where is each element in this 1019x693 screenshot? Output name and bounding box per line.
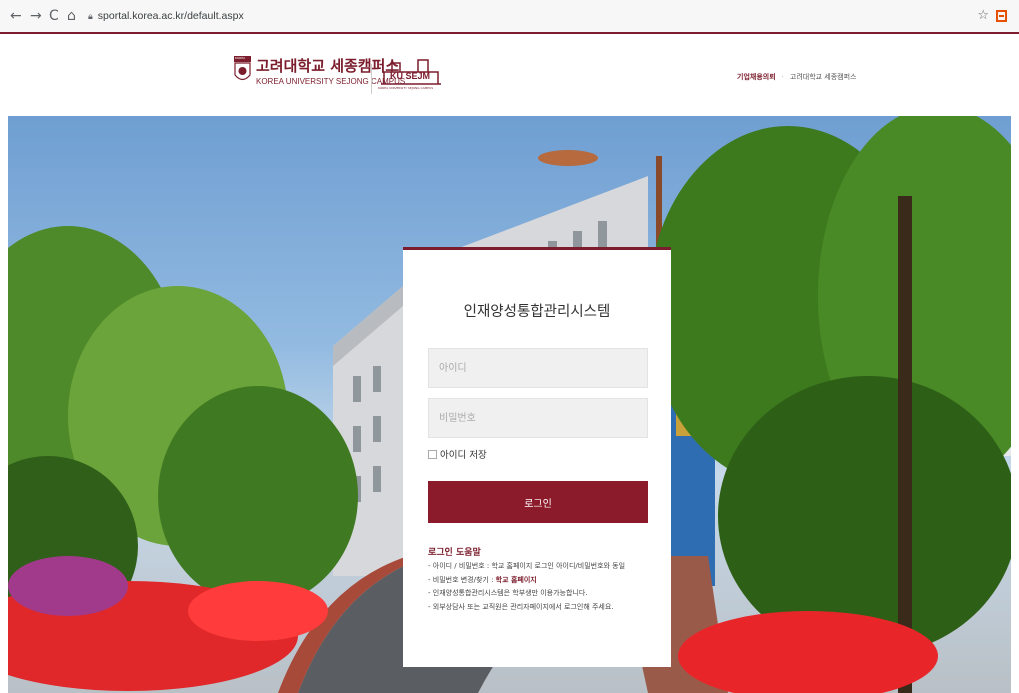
help-item-admin-login: - 외부상담사 또는 교직원은 관리자페이지에서 로그인해 주세요. [428, 602, 614, 611]
reload-icon[interactable]: C [49, 8, 59, 24]
login-help-list: - 아이디 / 비밀번호 : 학교 홈페이지 로그인 아이디/비밀번호와 동일 … [428, 561, 625, 615]
forward-icon[interactable]: → [30, 8, 42, 24]
help-item-password-change: - 비밀번호 변경/찾기 : 학교 홈페이지 [428, 575, 625, 589]
login-help-title: 로그인 도움말 [428, 548, 481, 558]
corporate-recruit-link[interactable]: 기업채용의뢰 [737, 73, 776, 81]
bookmark-star-icon[interactable]: ☆ [977, 8, 989, 23]
password-input[interactable] [428, 398, 648, 438]
help-item-id-pw: - 아이디 / 비밀번호 : 학교 홈페이지 로그인 아이디/비밀번호와 동일 [428, 562, 626, 570]
save-id-checkbox[interactable] [428, 450, 437, 459]
help-item-undergrad-only: - 인재양성통합관리시스템은 학부생만 이용가능합니다. [428, 589, 588, 597]
header-links: 기업채용의뢰 · 고려대학교 세종캠퍼스 [737, 72, 857, 82]
browser-toolbar: ← → C ⌂ 🔒︎ sportal.korea.ac.kr/default.as… [0, 0, 1019, 34]
link-separator: · [781, 73, 784, 81]
home-icon[interactable]: ⌂ [67, 8, 76, 24]
url-text: sportal.korea.ac.kr/default.aspx [97, 10, 244, 22]
logo-divider [371, 64, 372, 94]
address-bar[interactable]: 🔒︎ sportal.korea.ac.kr/default.aspx [88, 8, 244, 24]
ku-sejm-subtext: KOREA UNIVERSITY SEJONG CAMPUS [378, 86, 434, 90]
seal-text: KOREA [235, 56, 246, 60]
ku-sejm-text: KU SEJM [390, 71, 431, 81]
save-id-label: 아이디 저장 [440, 450, 487, 461]
system-title: 인재양성통합관리시스템 [463, 304, 611, 320]
help-item-password-change-text: - 비밀번호 변경/찾기 : [428, 575, 496, 584]
site-header: KOREA 고려대학교 세종캠퍼스 KOREA UNIVERSITY SEJON… [0, 36, 1019, 116]
login-panel: 인재양성통합관리시스템 아이디 저장 로그인 로그인 도움말 - 아이디 / 비… [403, 247, 671, 667]
campus-home-link[interactable]: 고려대학교 세종캠퍼스 [790, 73, 857, 81]
lock-icon: 🔒︎ [88, 11, 93, 21]
username-input[interactable] [428, 348, 648, 388]
extension-icon[interactable] [996, 10, 1007, 22]
login-button[interactable]: 로그인 [428, 481, 648, 523]
save-id-row[interactable]: 아이디 저장 [428, 447, 487, 461]
back-icon[interactable]: ← [10, 8, 22, 24]
ku-sejm-logo[interactable]: KU SEJM KOREA UNIVERSITY SEJONG CAMPUS [378, 58, 444, 92]
university-shield-icon [234, 56, 251, 81]
school-homepage-link[interactable]: 학교 홈페이지 [496, 576, 537, 584]
